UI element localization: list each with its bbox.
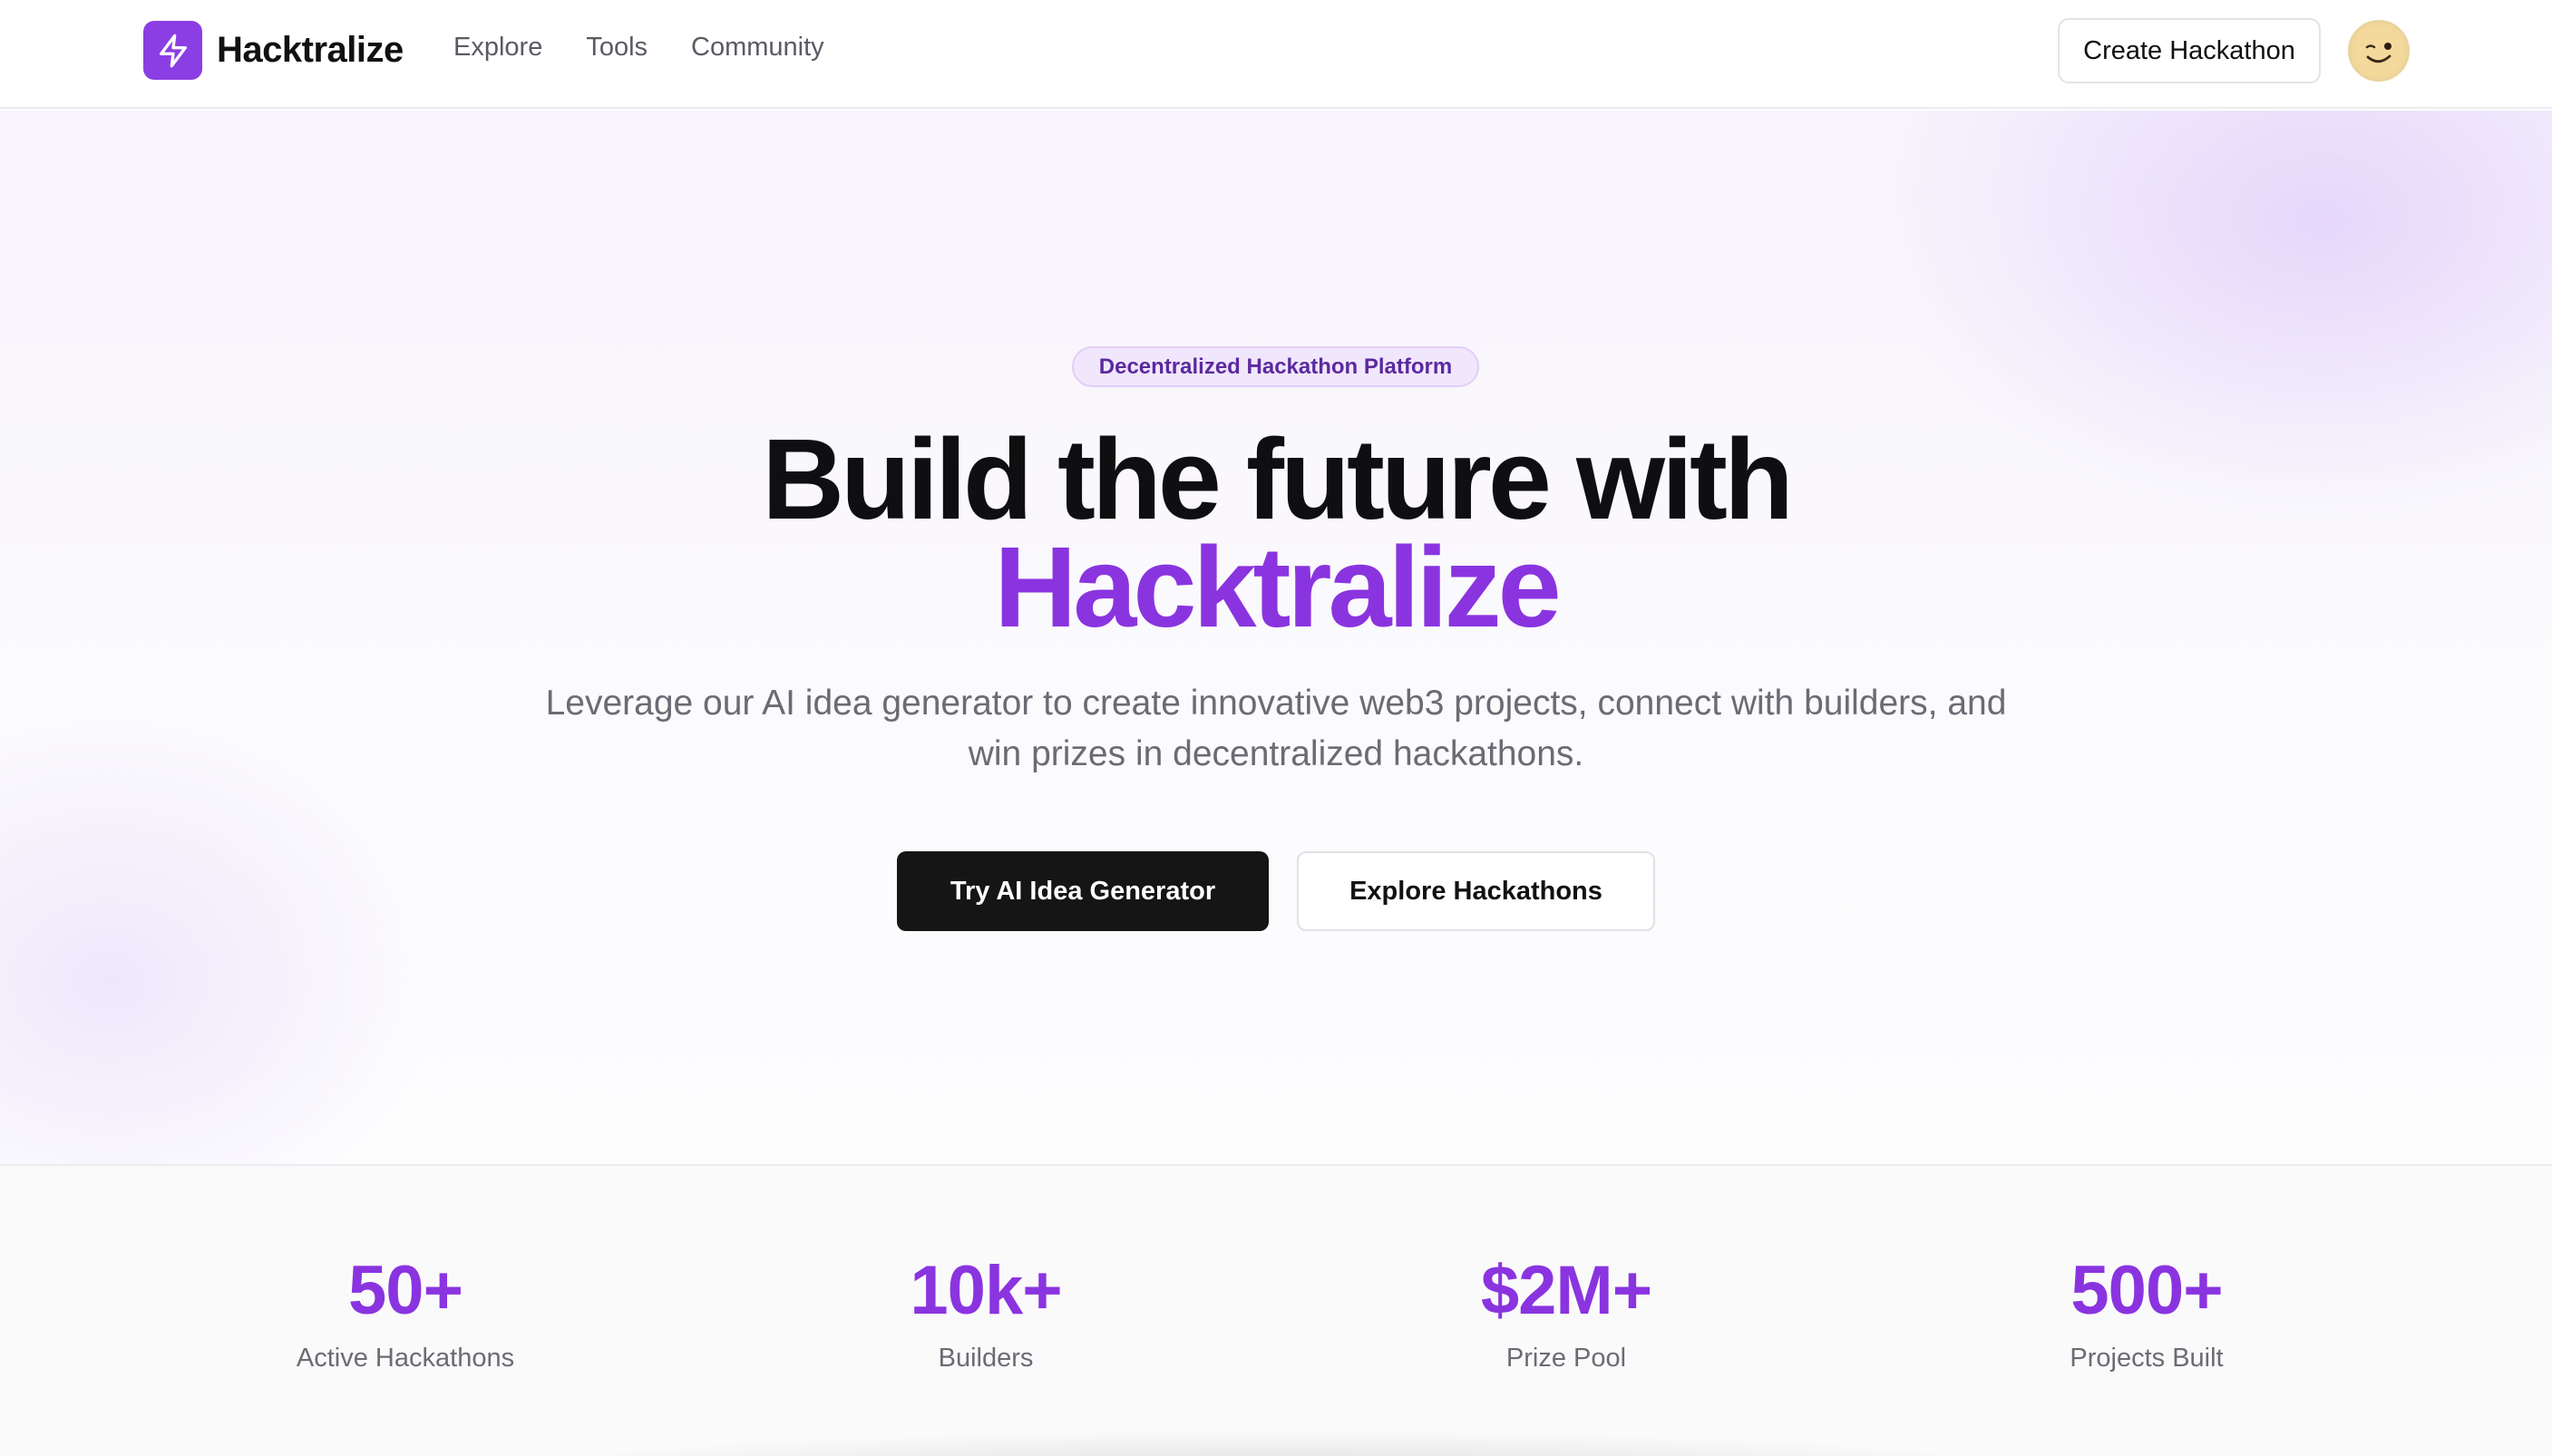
stat-active-hackathons: 50+ Active Hackathons [179,1257,632,1373]
create-hackathon-button[interactable]: Create Hackathon [2058,18,2321,83]
user-avatar[interactable] [2348,20,2410,82]
winking-face-icon [2354,26,2403,75]
hero-headline-brand: Hacktralize [994,523,1561,651]
stat-label: Active Hackathons [296,1344,515,1373]
nav-link-tools[interactable]: Tools [586,33,648,63]
try-ai-idea-generator-button[interactable]: Try AI Idea Generator [897,851,1269,931]
hero-headline: Build the future with [762,415,1794,543]
stat-value: $2M+ [1480,1252,1652,1329]
stat-value: 500+ [2070,1252,2223,1329]
stats-section: 50+ Active Hackathons 10k+ Builders $2M+… [0,1164,2552,1456]
top-navigation-bar: Hacktralize Explore Tools Community Crea… [0,0,2552,109]
hero-description: Leverage our AI idea generator to create… [545,684,2007,773]
next-section-card-edge [508,1431,2044,1456]
nav-link-community[interactable]: Community [691,33,824,63]
stat-value: 50+ [348,1252,463,1329]
stat-label: Projects Built [2070,1344,2224,1373]
stat-builders: 10k+ Builders [759,1257,1213,1373]
stat-projects-built: 500+ Projects Built [1920,1257,2373,1373]
page: Hacktralize Explore Tools Community Crea… [0,0,2552,1456]
nav-link-explore[interactable]: Explore [453,33,542,63]
explore-hackathons-button[interactable]: Explore Hackathons [1297,851,1655,931]
lightning-bolt-icon [159,34,187,67]
stat-label: Builders [938,1344,1034,1373]
stat-prize-pool: $2M+ Prize Pool [1339,1257,1793,1373]
brand[interactable]: Hacktralize [143,21,404,80]
brand-name: Hacktralize [217,30,404,70]
platform-badge: Decentralized Hackathon Platform [1072,346,1479,387]
stat-label: Prize Pool [1505,1344,1627,1373]
main-nav: Explore Tools Community [453,33,868,63]
logo [143,21,202,80]
stat-value: 10k+ [910,1252,1062,1329]
